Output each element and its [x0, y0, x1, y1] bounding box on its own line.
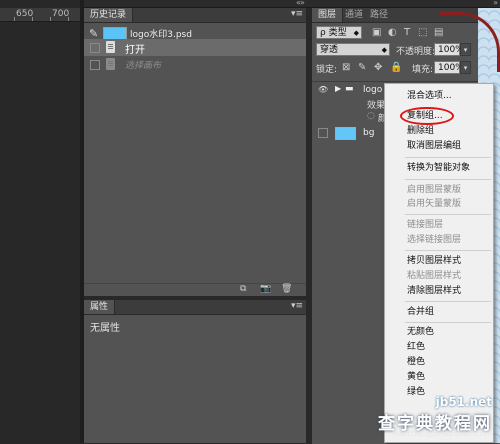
menu-separator	[405, 301, 491, 302]
history-brush-source-checkbox[interactable]	[90, 60, 100, 70]
menu-item-ungroup[interactable]: 取消图层编组	[385, 139, 493, 153]
menu-item-paste-layer-style: 粘贴图层样式	[407, 271, 462, 281]
history-item-open[interactable]: 打开	[84, 39, 306, 56]
tab-history[interactable]: 历史记录	[84, 8, 134, 22]
menu-item-orange[interactable]: 橙色	[385, 355, 493, 369]
horizontal-ruler: 650 700	[0, 8, 80, 22]
layer-context-menu: 混合选项... 复制组... 删除组 取消图层编组 转换为智能对象 启用图层蒙版…	[384, 83, 494, 443]
menu-item-blending-options[interactable]: 混合选项...	[385, 89, 493, 103]
lock-all-icon[interactable]: 🔒	[390, 62, 402, 73]
tab-channels[interactable]: 通道	[341, 8, 367, 22]
ruler-mark: 700	[52, 9, 70, 19]
layer-thumbnail	[335, 127, 356, 140]
tab-properties[interactable]: 属性	[84, 300, 116, 314]
no-properties-label: 无属性	[90, 323, 120, 334]
lock-position-icon[interactable]: ✥	[374, 62, 382, 73]
menu-item-no-color[interactable]: 无颜色	[385, 325, 493, 339]
highlight-annotation	[400, 107, 454, 125]
lock-image-icon[interactable]: ✎	[358, 62, 366, 73]
canvas-area[interactable]	[0, 0, 80, 443]
panel-menu-icon[interactable]: ▾≡	[291, 300, 303, 313]
menu-item-enable-layer-mask: 启用图层蒙版	[407, 185, 462, 195]
tab-layers[interactable]: 图层	[312, 8, 344, 22]
menu-item-delete-group[interactable]: 删除组	[385, 124, 493, 138]
history-tabbar: 历史记录 ▾≡	[84, 8, 306, 23]
menu-item-merge-group[interactable]: 合并组	[385, 305, 493, 319]
visibility-toggle[interactable]	[318, 128, 328, 138]
lock-transparent-icon[interactable]: ⊠	[342, 62, 350, 73]
layer-kind-select[interactable]: ρ 类型 ◆	[316, 26, 362, 39]
history-item-select-canvas[interactable]: 选择画布	[84, 56, 306, 73]
menu-separator	[405, 250, 491, 251]
menu-separator	[405, 322, 491, 323]
menu-separator	[405, 214, 491, 215]
blend-mode-select[interactable]: 穿透 ◆	[316, 43, 390, 56]
menu-separator	[405, 179, 491, 180]
menu-item-red[interactable]: 红色	[385, 340, 493, 354]
history-brush-source-checkbox[interactable]	[90, 43, 100, 53]
menu-item-clear-layer-style[interactable]: 清除图层样式	[385, 284, 493, 298]
dock-strip: « » »	[84, 0, 500, 8]
folder-icon: ▬	[345, 84, 354, 94]
shape-filter-icon[interactable]: ⬚	[418, 27, 427, 38]
menu-item-convert-smart-object[interactable]: 转换为智能对象	[385, 161, 493, 175]
menu-item-enable-vector-mask: 启用矢量蒙版	[407, 199, 462, 209]
pixel-filter-icon[interactable]: ▣	[372, 27, 381, 38]
lock-label: 锁定:	[316, 65, 338, 75]
layer-name: logo	[363, 85, 383, 95]
history-footer: ⧉ 📷 🗑	[84, 283, 306, 296]
type-filter-icon[interactable]: T	[404, 27, 410, 38]
adjustment-filter-icon[interactable]: ◐	[388, 27, 397, 38]
watermark-line: jiaocheng.chazidian.com	[392, 429, 492, 438]
effect-eye-icon[interactable]: ◌	[367, 111, 375, 121]
menu-item-copy-layer-style[interactable]: 拷贝图层样式	[385, 254, 493, 268]
history-item-label: 打开	[125, 45, 145, 56]
layer-kind-label: ρ 类型	[320, 28, 347, 38]
panel-menu-icon[interactable]: ▾≡	[291, 8, 303, 21]
visibility-eye-icon[interactable]: 👁	[318, 85, 328, 94]
ruler-mark: 650	[16, 9, 34, 19]
properties-panel: 属性 ▾≡ 无属性	[84, 300, 306, 443]
properties-tabbar: 属性 ▾≡	[84, 300, 306, 315]
document-icon	[106, 41, 115, 53]
trash-icon[interactable]: 🗑	[281, 284, 292, 295]
menu-item-select-linked: 选择链接图层	[407, 235, 462, 245]
watermark-line: jb51.net	[435, 395, 492, 409]
layer-name: bg	[363, 128, 375, 138]
camera-icon[interactable]: 📷	[260, 284, 271, 295]
document-icon	[106, 58, 115, 70]
fill-label: 填充:	[412, 65, 434, 75]
tab-paths[interactable]: 路径	[366, 8, 392, 22]
collapse-icon[interactable]: »	[493, 0, 498, 7]
opacity-label: 不透明度:	[396, 47, 436, 57]
menu-item-yellow[interactable]: 黄色	[385, 370, 493, 384]
menu-item-link-layers: 链接图层	[407, 220, 444, 230]
new-document-from-state-icon[interactable]: ⧉	[240, 284, 246, 295]
collapse-icon[interactable]: »	[300, 0, 305, 7]
expand-arrow-icon[interactable]: ▶	[335, 84, 341, 93]
menu-separator	[405, 157, 491, 158]
history-item-label: 选择画布	[125, 61, 162, 71]
blend-mode-label: 穿透	[320, 45, 339, 55]
watermark: jb51.net 查字典教程网 jiaocheng.chazidian.com	[356, 395, 496, 441]
history-panel: 历史记录 ▾≡ ✎ logo水印3.psd 打开 选择画布 ⧉ 📷 🗑	[84, 8, 306, 296]
